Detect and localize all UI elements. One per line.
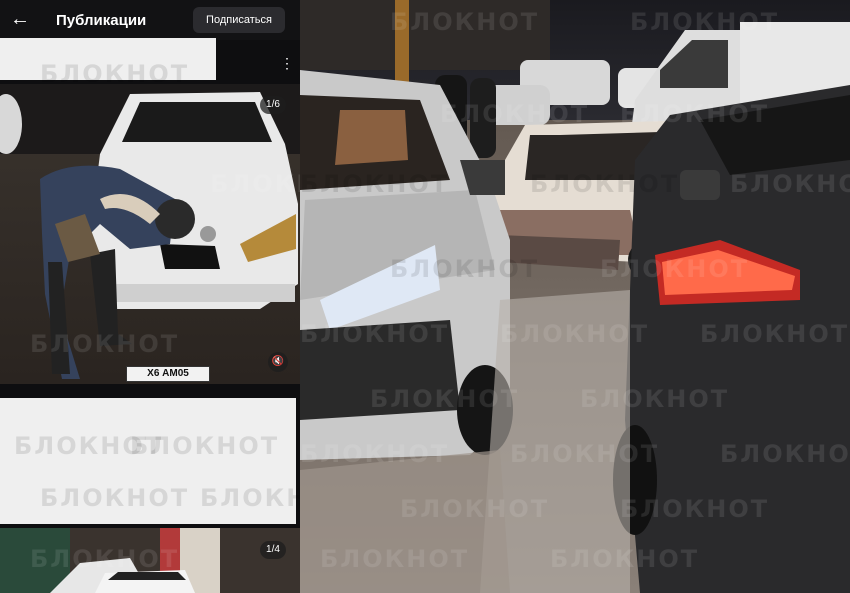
post-image[interactable]: Х6 АМ05 1/6 xyxy=(0,84,300,384)
subscribe-button[interactable]: Подписаться xyxy=(193,7,285,33)
top-bar: ← Публикации Подписаться xyxy=(0,0,300,40)
back-arrow-icon[interactable]: ← xyxy=(10,9,30,29)
image-counter: 1/6 xyxy=(260,96,286,114)
redacted-caption-block xyxy=(0,398,296,524)
speaker-muted-icon[interactable]: 🔇 xyxy=(268,352,288,372)
post-photo-drawing xyxy=(0,84,300,384)
image-counter-2: 1/4 xyxy=(260,541,286,559)
license-plate: Х6 АМ05 xyxy=(126,366,210,382)
more-vertical-icon[interactable]: ⋮ xyxy=(280,56,294,70)
next-post-drawing xyxy=(0,528,300,593)
redacted-account-block xyxy=(0,38,216,80)
parking-lot-drawing xyxy=(300,0,850,593)
next-post-image[interactable]: 1/4 xyxy=(0,528,300,593)
parking-lot-photo: БЛОКНОТ БЛОКНОТ БЛОКНОТ БЛОКНОТ БЛОКНОТ … xyxy=(300,0,850,593)
page-title: Публикации xyxy=(56,12,147,29)
feed-screenshot: ← Публикации Подписаться ⋮ Х6 АМ05 1/6 🔇… xyxy=(0,0,300,593)
